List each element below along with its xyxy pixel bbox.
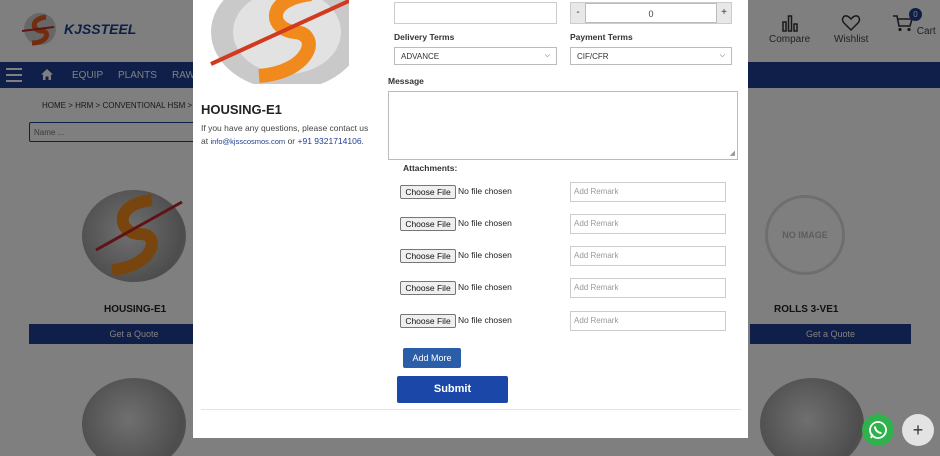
divider — [201, 409, 741, 410]
plus-icon: + — [912, 419, 924, 440]
attachment-row: Choose File No file chosen Add Remark — [400, 246, 730, 266]
attachments-label: Attachments: — [403, 163, 458, 173]
text-field[interactable] — [394, 2, 557, 24]
remark-input[interactable]: Add Remark — [570, 311, 726, 331]
quantity-decrement-button[interactable]: - — [571, 3, 585, 23]
email-link[interactable]: info@kjsscosmos.com — [210, 137, 285, 146]
payment-terms-value: CIF/CFR — [577, 51, 609, 61]
add-more-button[interactable]: Add More — [403, 348, 461, 368]
attachment-row: Choose File No file chosen Add Remark — [400, 311, 730, 331]
delivery-terms-select[interactable]: ADVANCE ⌵ — [394, 47, 557, 65]
message-label: Message — [388, 76, 424, 86]
expand-plus-button[interactable]: + — [902, 414, 934, 446]
product-title: HOUSING-E1 — [201, 102, 282, 117]
payment-terms-label: Payment Terms — [570, 32, 633, 42]
product-logo-icon — [210, 0, 349, 84]
file-status: No file chosen — [458, 282, 512, 292]
file-status: No file chosen — [458, 315, 512, 325]
delivery-terms-value: ADVANCE — [401, 51, 440, 61]
quantity-stepper[interactable]: - 0 + — [570, 2, 732, 24]
remark-input[interactable]: Add Remark — [570, 246, 726, 266]
message-textarea[interactable]: ◢ — [388, 91, 738, 160]
attachment-row: Choose File No file chosen Add Remark — [400, 182, 730, 202]
attachment-row: Choose File No file chosen Add Remark — [400, 278, 730, 298]
phone-link[interactable]: +91 9321714106. — [298, 136, 364, 146]
remark-input[interactable]: Add Remark — [570, 214, 726, 234]
submit-button[interactable]: Submit — [397, 376, 508, 403]
remark-input[interactable]: Add Remark — [570, 182, 726, 202]
chevron-down-icon: ⌵ — [544, 52, 550, 59]
whatsapp-icon — [869, 421, 887, 439]
file-status: No file chosen — [458, 218, 512, 228]
file-status: No file chosen — [458, 186, 512, 196]
resize-handle-icon[interactable]: ◢ — [730, 149, 735, 157]
choose-file-button[interactable]: Choose File — [400, 217, 456, 231]
quantity-value[interactable]: 0 — [585, 3, 717, 23]
choose-file-button[interactable]: Choose File — [400, 249, 456, 263]
remark-input[interactable]: Add Remark — [570, 278, 726, 298]
file-status: No file chosen — [458, 250, 512, 260]
chevron-down-icon: ⌵ — [719, 52, 725, 59]
whatsapp-button[interactable] — [862, 414, 894, 446]
quantity-increment-button[interactable]: + — [717, 3, 731, 23]
choose-file-button[interactable]: Choose File — [400, 281, 456, 295]
attachment-row: Choose File No file chosen Add Remark — [400, 214, 730, 234]
payment-terms-select[interactable]: CIF/CFR ⌵ — [570, 47, 732, 65]
quote-modal: HOUSING-E1 If you have any questions, pl… — [193, 0, 748, 438]
delivery-terms-label: Delivery Terms — [394, 32, 455, 42]
choose-file-button[interactable]: Choose File — [400, 185, 456, 199]
help-or: or — [287, 136, 296, 146]
choose-file-button[interactable]: Choose File — [400, 314, 456, 328]
contact-help-text: If you have any questions, please contac… — [201, 122, 371, 148]
